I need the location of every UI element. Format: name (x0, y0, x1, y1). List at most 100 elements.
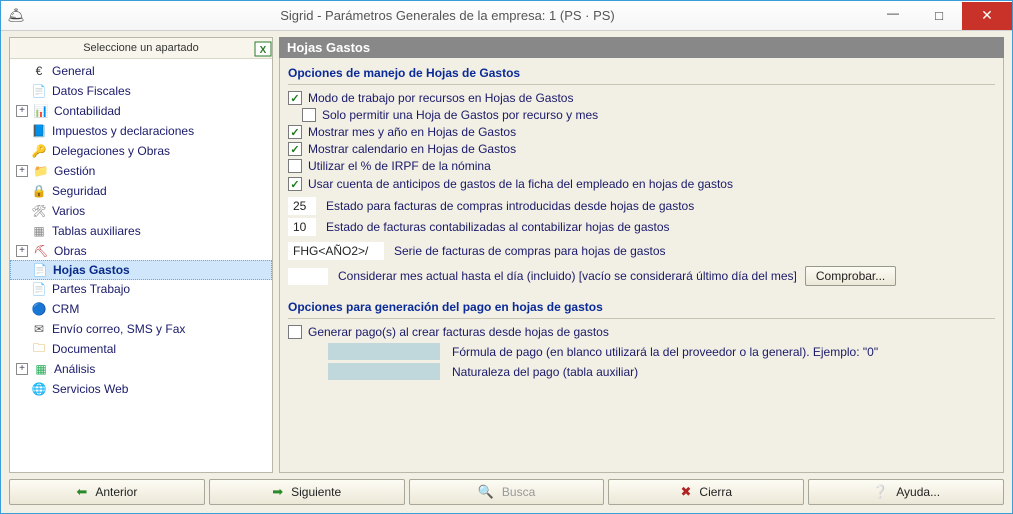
section1-title: Opciones de manejo de Hojas de Gastos (288, 62, 995, 85)
chk-solo-permitir[interactable] (302, 108, 316, 122)
maximize-button[interactable] (916, 2, 962, 30)
row-modo-trabajo: ✓ Modo de trabajo por recursos en Hojas … (288, 91, 995, 105)
row-solo-permitir: Solo permitir una Hoja de Gastos por rec… (288, 108, 995, 122)
chk-generar-pago[interactable] (288, 325, 302, 339)
sidebar-item-label: Impuestos y declaraciones (52, 124, 194, 138)
sidebar-item-analisis[interactable]: + ▦ Análisis (10, 359, 272, 379)
lbl-generar-pago: Generar pago(s) al crear facturas desde … (308, 325, 609, 339)
expander-icon[interactable]: + (16, 105, 28, 117)
datos-fiscales-icon: 📄 (30, 84, 48, 98)
sidebar-item-envio[interactable]: ✉ Envío correo, SMS y Fax (10, 319, 272, 339)
tablas-aux-icon: ▦ (30, 224, 48, 238)
input-naturaleza-pago[interactable] (328, 363, 440, 380)
contabilidad-icon: 📊 (32, 104, 50, 118)
lbl-anticipos: Usar cuenta de anticipos de gastos de la… (308, 177, 733, 191)
btn-comprobar[interactable]: Comprobar... (805, 266, 896, 286)
general-icon: € (30, 64, 48, 78)
minimize-button[interactable] (870, 2, 916, 30)
chk-mostrar-mes[interactable]: ✓ (288, 125, 302, 139)
sidebar: Seleccione un apartado X €General📄Datos … (9, 37, 273, 473)
row-estado-contab: 10 Estado de facturas contabilizadas al … (288, 218, 995, 236)
sidebar-item-seguridad[interactable]: 🔒 Seguridad (10, 181, 272, 201)
sidebar-item-servicios-web[interactable]: 🌐 Servicios Web (10, 379, 272, 399)
lbl-serie: Serie de facturas de compras para hojas … (394, 244, 666, 258)
sidebar-item-datos-fiscales[interactable]: 📄Datos Fiscales (10, 81, 272, 101)
lbl-mostrar-mes: Mostrar mes y año en Hojas de Gastos (308, 125, 516, 139)
sidebar-item-obras[interactable]: +⛏Obras (10, 241, 272, 261)
row-serie: FHG<AÑO2>/ Serie de facturas de compras … (288, 242, 995, 260)
expander-icon[interactable]: + (16, 245, 28, 257)
hojas-gastos-icon: 📄 (31, 263, 49, 277)
arrow-right-icon: ➡ (272, 484, 283, 500)
lbl-cierra: Cierra (699, 485, 732, 499)
sidebar-item-label: Varios (52, 204, 85, 218)
row-naturaleza-pago: Naturaleza del pago (tabla auxiliar) (288, 363, 995, 380)
chk-mostrar-cal[interactable]: ✓ (288, 142, 302, 156)
sidebar-item-hojas-gastos[interactable]: 📄 Hojas Gastos (10, 260, 272, 280)
sidebar-item-gestion[interactable]: +📁Gestión (10, 161, 272, 181)
row-considerar: Considerar mes actual hasta el día (incl… (288, 266, 995, 286)
lbl-irpf: Utilizar el % de IRPF de la nómina (308, 159, 491, 173)
sidebar-item-label: Seguridad (52, 184, 107, 198)
chk-modo-trabajo[interactable]: ✓ (288, 91, 302, 105)
sidebar-item-label: Hojas Gastos (53, 263, 130, 277)
analisis-icon: ▦ (32, 362, 50, 376)
chk-anticipos[interactable]: ✓ (288, 177, 302, 191)
expander-icon[interactable]: + (16, 165, 28, 177)
input-considerar[interactable] (288, 268, 328, 285)
sidebar-tree[interactable]: €General📄Datos Fiscales + 📊 Contabilidad 📘Im… (10, 59, 272, 472)
close-button[interactable] (962, 2, 1012, 30)
app-window: 🛎 Sigrid - Parámetros Generales de la em… (0, 0, 1013, 514)
btn-anterior[interactable]: ⬅ Anterior (9, 479, 205, 505)
sidebar-item-contabilidad[interactable]: + 📊 Contabilidad (10, 101, 272, 121)
sidebar-header-label: Seleccione un apartado (83, 42, 199, 54)
sidebar-item-varios[interactable]: 🛠 Varios (10, 201, 272, 221)
excel-export-icon[interactable]: X (252, 39, 274, 59)
btn-ayuda[interactable]: ❔ Ayuda... (808, 479, 1004, 505)
arrow-left-icon: ⬅ (76, 484, 87, 500)
sidebar-item-label: Envío correo, SMS y Fax (52, 322, 185, 336)
sidebar-item-crm[interactable]: 🔵CRM (10, 299, 272, 319)
input-estado-contab[interactable]: 10 (288, 218, 316, 236)
sidebar-item-label: Delegaciones y Obras (52, 144, 170, 158)
sidebar-item-label: Contabilidad (54, 104, 121, 118)
lbl-naturaleza-pago: Naturaleza del pago (tabla auxiliar) (452, 365, 638, 379)
varios-icon: 🛠 (30, 204, 48, 218)
window-controls (870, 2, 1012, 30)
input-serie[interactable]: FHG<AÑO2>/ (288, 242, 384, 260)
btn-cierra[interactable]: ✖ Cierra (608, 479, 804, 505)
partes-trabajo-icon: 📄 (30, 282, 48, 296)
sidebar-item-delegaciones[interactable]: 🔑Delegaciones y Obras (10, 141, 272, 161)
content-area: Seleccione un apartado X €General📄Datos … (1, 31, 1012, 513)
seguridad-icon: 🔒 (30, 184, 48, 198)
lbl-estado-facturas: Estado para facturas de compras introduc… (326, 199, 694, 213)
app-icon: 🛎 (1, 7, 25, 24)
sidebar-item-label: Tablas auxiliares (52, 224, 141, 238)
input-estado-facturas[interactable]: 25 (288, 197, 316, 215)
row-irpf: Utilizar el % de IRPF de la nómina (288, 159, 995, 173)
sidebar-item-documental[interactable]: 🗀Documental (10, 339, 272, 359)
sidebar-item-label: Gestión (54, 164, 95, 178)
sidebar-item-partes-trabajo[interactable]: 📄 Partes Trabajo (10, 279, 272, 299)
expander-icon[interactable]: + (16, 363, 28, 375)
lbl-busca: Busca (502, 485, 535, 499)
titlebar: 🛎 Sigrid - Parámetros Generales de la em… (1, 1, 1012, 31)
sidebar-item-tablas-aux[interactable]: ▦ Tablas auxiliares (10, 221, 272, 241)
lbl-siguiente: Siguiente (291, 485, 341, 499)
input-formula-pago[interactable] (328, 343, 440, 360)
sidebar-item-general[interactable]: €General (10, 61, 272, 81)
btn-siguiente[interactable]: ➡ Siguiente (209, 479, 405, 505)
sidebar-item-label: Partes Trabajo (52, 282, 130, 296)
sidebar-item-label: Servicios Web (52, 382, 128, 396)
row-anticipos: ✓ Usar cuenta de anticipos de gastos de … (288, 177, 995, 191)
documental-icon: 🗀 (30, 339, 48, 360)
sidebar-header: Seleccione un apartado X (10, 38, 272, 59)
help-icon: ❔ (872, 484, 888, 500)
sidebar-item-impuestos[interactable]: 📘Impuestos y declaraciones (10, 121, 272, 141)
sidebar-item-label: Análisis (54, 362, 95, 376)
search-icon: 🔍 (478, 484, 494, 500)
envio-icon: ✉ (30, 322, 48, 336)
btn-busca[interactable]: 🔍 Busca (409, 479, 605, 505)
servicios-web-icon: 🌐 (30, 382, 48, 396)
chk-irpf[interactable] (288, 159, 302, 173)
